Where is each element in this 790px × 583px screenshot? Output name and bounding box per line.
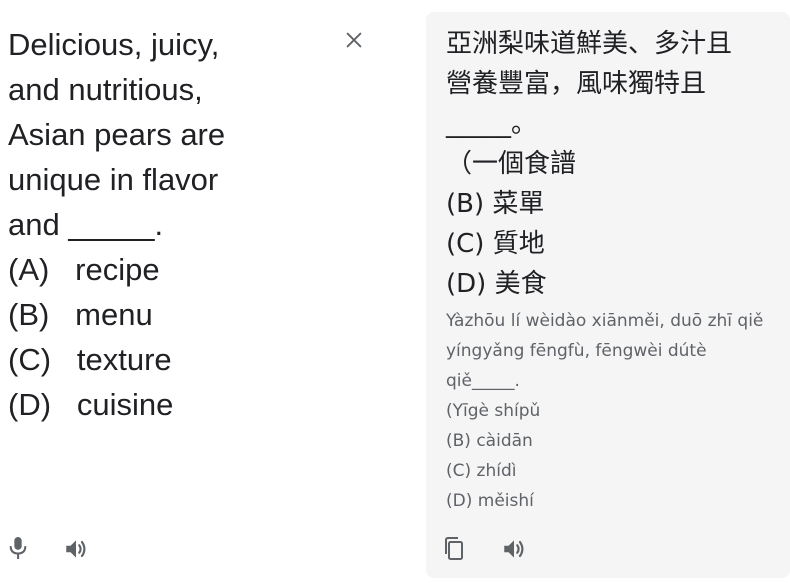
translation-listen-button[interactable]: [498, 533, 530, 565]
voice-input-button[interactable]: [2, 532, 34, 564]
translation-panel: 亞洲梨味道鮮美、多汁且 營養豐富，風味獨特且 _____。 （一個食譜 (B) …: [426, 12, 790, 578]
translation-text: 亞洲梨味道鮮美、多汁且 營養豐富，風味獨特且 _____。 （一個食譜 (B) …: [446, 29, 733, 299]
copy-translation-button[interactable]: [438, 533, 470, 565]
source-text[interactable]: Delicious, juicy, and nutritious, Asian …: [8, 22, 328, 427]
copy-icon: [442, 536, 466, 562]
speaker-icon: [63, 536, 89, 562]
source-listen-button[interactable]: [60, 533, 92, 565]
speaker-icon: [501, 536, 527, 562]
microphone-icon: [7, 535, 29, 561]
clear-text-button[interactable]: [338, 24, 370, 56]
source-panel: Delicious, juicy, and nutritious, Asian …: [0, 0, 420, 583]
transliteration-text: Yàzhōu lí wèidào xiānměi, duō zhī qiě yí…: [446, 311, 764, 511]
close-icon: [343, 29, 365, 51]
